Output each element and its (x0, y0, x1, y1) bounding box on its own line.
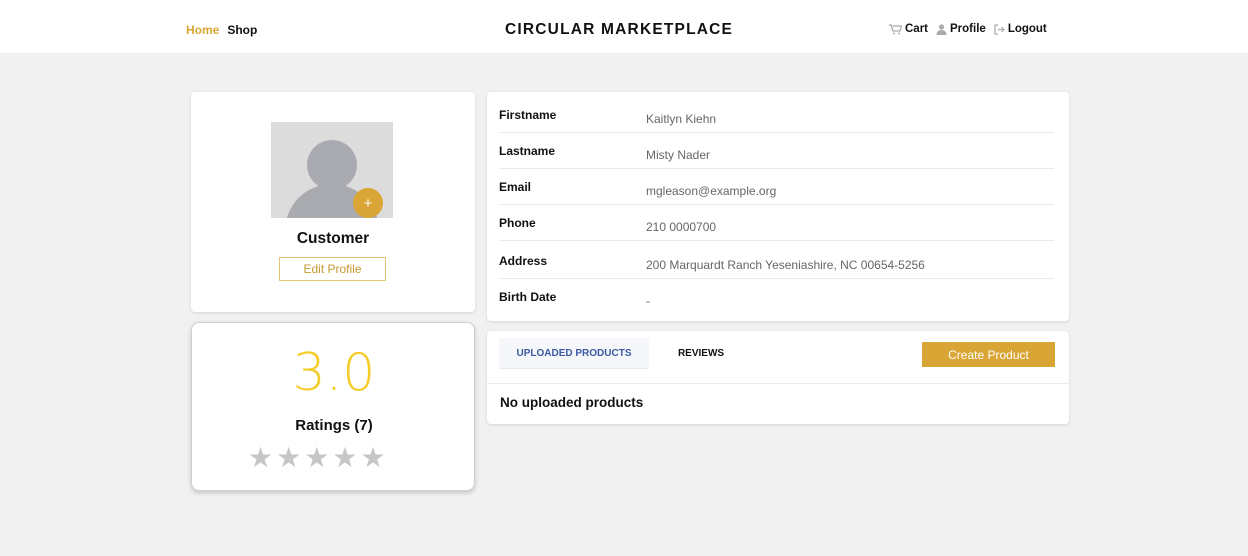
user-icon (936, 23, 947, 35)
info-row-birthdate: Birth Date - (499, 279, 1054, 315)
tab-uploaded-products[interactable]: UPLOADED PRODUCTS (499, 338, 649, 369)
cart-icon (889, 23, 902, 35)
info-label: Firstname (499, 108, 557, 122)
nav-shop-link[interactable]: Shop (227, 23, 257, 37)
info-row-firstname: Firstname Kaitlyn Kiehn (499, 97, 1054, 133)
logout-icon (994, 23, 1005, 35)
brand-title[interactable]: CIRCULAR MARKETPLACE (505, 21, 733, 39)
nav-right-links: Cart Profile Logout (889, 23, 1047, 35)
user-info-card: Firstname Kaitlyn Kiehn Lastname Misty N… (487, 92, 1069, 321)
nav-home-link[interactable]: Home (186, 23, 219, 37)
star-icon: ★ (276, 442, 302, 473)
info-row-phone: Phone 210 0000700 (499, 205, 1054, 241)
info-row-email: Email mgleason@example.org (499, 169, 1054, 205)
rating-card: 3.0 Ratings (7) ★ ★ ★ ★ ★ (191, 322, 475, 491)
nav-profile-label: Profile (950, 23, 986, 35)
divider (487, 383, 1069, 384)
star-icon: ★ (248, 442, 274, 473)
products-card: UPLOADED PRODUCTS REVIEWS Create Product… (487, 331, 1069, 424)
star-icon: ★ (304, 442, 330, 473)
info-label: Birth Date (499, 290, 557, 304)
rating-value: 3.0 (292, 343, 376, 403)
info-label: Phone (499, 216, 536, 230)
info-value: mgleason@example.org (646, 184, 777, 198)
info-value: - (646, 294, 650, 308)
info-value: Misty Nader (646, 148, 711, 162)
info-value: 210 0000700 (646, 220, 717, 234)
nav-left-links: Home Shop (186, 23, 257, 37)
nav-cart-label: Cart (905, 23, 929, 35)
star-icon: ★ (332, 442, 358, 473)
info-label: Lastname (499, 144, 556, 158)
nav-cart-link[interactable]: Cart (889, 23, 928, 35)
edit-profile-button[interactable]: Edit Profile (279, 257, 386, 281)
info-row-lastname: Lastname Misty Nader (499, 133, 1054, 169)
tab-reviews[interactable]: REVIEWS (665, 338, 737, 369)
nav-logout-label: Logout (1007, 23, 1047, 35)
info-label: Email (499, 180, 532, 194)
ratings-count-label: Ratings (7) (295, 417, 373, 434)
avatar-head (307, 140, 357, 190)
profile-card: + Customer Edit Profile (191, 92, 475, 312)
info-label: Address (499, 254, 548, 268)
info-value: Kaitlyn Kiehn (646, 112, 717, 126)
top-navbar: Home Shop CIRCULAR MARKETPLACE Cart Prof… (0, 0, 1248, 53)
info-value: 200 Marquardt Ranch Yeseniashire, NC 006… (646, 258, 925, 272)
nav-profile-link[interactable]: Profile (936, 23, 986, 35)
user-role: Customer (296, 230, 370, 247)
empty-products-message: No uploaded products (500, 395, 644, 410)
add-photo-button[interactable]: + (353, 188, 383, 218)
star-rating: ★ ★ ★ ★ ★ (248, 444, 386, 472)
nav-logout-link[interactable]: Logout (994, 23, 1047, 35)
info-row-address: Address 200 Marquardt Ranch Yeseniashire… (499, 243, 1054, 279)
create-product-button[interactable]: Create Product (922, 342, 1055, 367)
star-icon: ★ (360, 442, 386, 473)
